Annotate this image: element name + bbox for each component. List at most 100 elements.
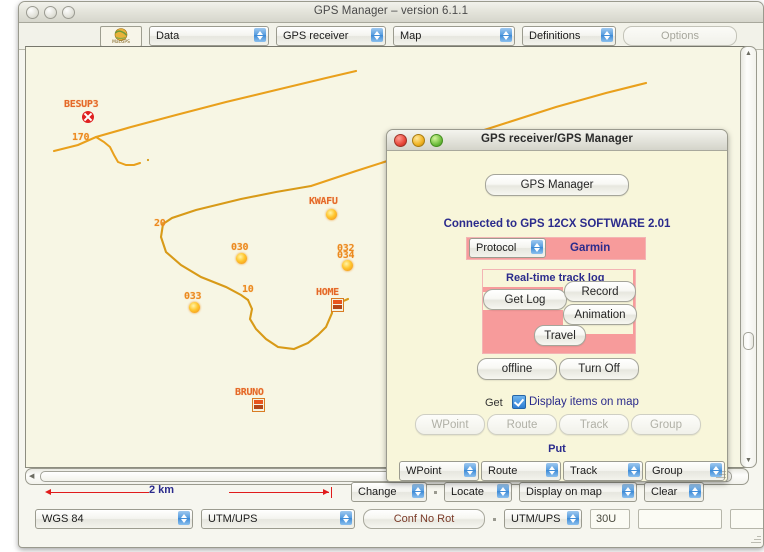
map-label-besup3[interactable]: BESUP3: [64, 99, 99, 110]
waypoint-marker-033[interactable]: [189, 302, 200, 313]
get-group-button[interactable]: Group: [631, 414, 701, 435]
dialog-title: GPS receiver/GPS Manager: [481, 133, 633, 145]
chevron-updown-icon: [340, 511, 352, 525]
put-track-popup[interactable]: Track: [563, 461, 643, 481]
map-scale-bar: 2 km: [39, 484, 339, 502]
northing-field[interactable]: [730, 509, 763, 529]
globe-logo-icon[interactable]: MacGPS: [100, 25, 142, 47]
toolbar-separator-dot: [434, 490, 437, 494]
chevron-updown-icon: [412, 484, 424, 498]
scroll-left-icon[interactable]: ◀: [29, 473, 34, 480]
menu-data[interactable]: Data: [149, 26, 269, 46]
animation-button[interactable]: Animation: [563, 304, 637, 325]
main-resize-grip-icon[interactable]: [749, 533, 761, 545]
menu-map-label: Map: [400, 30, 422, 42]
connection-status-text: Connected to GPS 12CX SOFTWARE 2.01: [443, 218, 671, 230]
scroll-up-icon[interactable]: ▲: [745, 50, 752, 57]
chevron-updown-icon: [497, 484, 509, 498]
offline-label: offline: [501, 363, 533, 375]
clear-popup[interactable]: Clear: [644, 482, 704, 502]
chevron-updown-icon: [622, 484, 634, 498]
datum-popup[interactable]: WGS 84: [35, 509, 193, 529]
map-label-170[interactable]: 170: [72, 132, 89, 143]
map-vertical-scrollbar[interactable]: ▲ ▼: [740, 46, 757, 468]
map-label-kwafu[interactable]: KWAFU: [309, 196, 338, 207]
put-route-popup[interactable]: Route: [481, 461, 561, 481]
conf-no-rot-button[interactable]: Conf No Rot: [363, 509, 485, 529]
toolbar-separator-dot: [493, 517, 496, 521]
application-root: GPS Manager – version 6.1.1 MacGPS Data …: [0, 0, 764, 552]
waypoint-marker-bruno[interactable]: [252, 398, 265, 412]
put-wpoint-popup[interactable]: WPoint: [399, 461, 479, 481]
chevron-updown-icon: [178, 511, 190, 525]
waypoint-marker-kwafu[interactable]: [326, 209, 337, 220]
offline-button[interactable]: offline: [477, 358, 557, 380]
record-button[interactable]: Record: [564, 281, 636, 302]
display-on-map-popup-label: Display on map: [526, 486, 602, 498]
conf-no-rot-label: Conf No Rot: [393, 513, 455, 525]
scroll-down-icon[interactable]: ▼: [745, 457, 752, 464]
grid-popup-label: UTM/UPS: [208, 513, 258, 525]
scale-line-left: [49, 492, 149, 493]
travel-label: Travel: [544, 329, 576, 342]
waypoint-marker-besup3[interactable]: [82, 111, 94, 123]
change-popup[interactable]: Change: [351, 482, 427, 502]
map-label-10[interactable]: 10: [242, 284, 254, 295]
get-route-button[interactable]: Route: [487, 414, 557, 435]
map-label-20[interactable]: 20: [154, 218, 166, 229]
svg-text:MacGPS: MacGPS: [112, 39, 130, 44]
get-track-button[interactable]: Track: [559, 414, 629, 435]
chevron-updown-icon: [689, 484, 701, 498]
menu-data-label: Data: [156, 30, 180, 42]
put-route-label: Route: [488, 465, 518, 477]
put-wpoint-label: WPoint: [406, 465, 442, 477]
map-label-033[interactable]: 033: [184, 291, 201, 302]
gps-manager-button[interactable]: GPS Manager: [485, 174, 629, 196]
main-window-title: GPS Manager – version 6.1.1: [313, 5, 469, 17]
protocol-popup[interactable]: Protocol: [469, 238, 546, 258]
waypoint-marker-home[interactable]: [331, 298, 344, 312]
chevron-updown-icon: [464, 463, 476, 477]
main-titlebar[interactable]: GPS Manager – version 6.1.1: [19, 2, 763, 23]
record-label: Record: [581, 285, 619, 298]
locate-popup-label: Locate: [451, 486, 485, 498]
put-track-label: Track: [570, 465, 598, 477]
display-items-checkbox[interactable]: [512, 395, 526, 409]
map-label-home[interactable]: HOME: [316, 287, 339, 298]
put-label: Put: [548, 443, 566, 455]
options-button[interactable]: Options: [623, 26, 737, 46]
menu-gps-receiver[interactable]: GPS receiver: [276, 26, 386, 46]
put-group-popup[interactable]: Group: [645, 461, 725, 481]
vertical-scroll-thumb[interactable]: [743, 332, 754, 350]
map-label-bruno[interactable]: BRUNO: [235, 387, 264, 398]
scale-line-right: [229, 492, 329, 493]
get-group-label: Group: [650, 418, 682, 431]
display-on-map-popup[interactable]: Display on map: [519, 482, 637, 502]
change-popup-label: Change: [358, 486, 397, 498]
get-log-button[interactable]: Get Log: [483, 289, 567, 310]
gps-manager-button-label: GPS Manager: [520, 179, 594, 191]
scale-arrow-left-icon: [45, 489, 51, 495]
menu-definitions[interactable]: Definitions: [522, 26, 616, 46]
chevron-updown-icon: [254, 28, 266, 42]
turn-off-button[interactable]: Turn Off: [559, 358, 639, 380]
waypoint-marker-032[interactable]: [342, 260, 353, 271]
map-label-030[interactable]: 030: [231, 242, 248, 253]
travel-button[interactable]: Travel: [534, 325, 586, 346]
dialog-resize-grip-icon[interactable]: [714, 468, 726, 480]
map-actions-toolbar: Change Locate Display on map Clear: [351, 482, 704, 502]
dialog-titlebar[interactable]: GPS receiver/GPS Manager: [387, 130, 727, 151]
easting-field[interactable]: [638, 509, 722, 529]
grid2-popup[interactable]: UTM/UPS: [504, 509, 582, 529]
grid-popup[interactable]: UTM/UPS: [201, 509, 355, 529]
menu-map[interactable]: Map: [393, 26, 515, 46]
waypoint-marker-030[interactable]: [236, 253, 247, 264]
gps-receiver-dialog: GPS receiver/GPS Manager GPS Manager Con…: [386, 129, 728, 482]
coordinate-toolbar: WGS 84 UTM/UPS Conf No Rot UTM/UPS 30U: [35, 509, 763, 529]
get-wpoint-button[interactable]: WPoint: [415, 414, 485, 435]
protocol-value: Garmin: [570, 242, 611, 254]
animation-label: Animation: [574, 308, 626, 321]
zone-field[interactable]: 30U: [590, 509, 630, 529]
menu-definitions-label: Definitions: [529, 30, 581, 42]
locate-popup[interactable]: Locate: [444, 482, 512, 502]
